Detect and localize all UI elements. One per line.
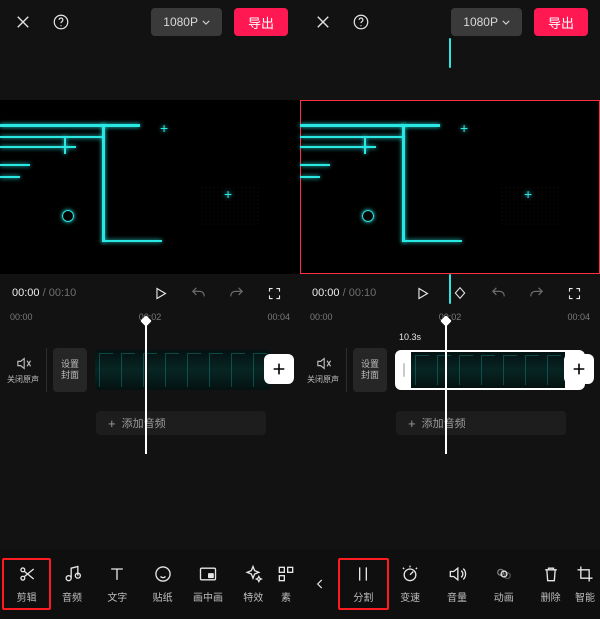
- add-audio-label: 添加音频: [122, 415, 166, 431]
- mute-original-button[interactable]: 关闭原声: [6, 355, 40, 385]
- tool-audio[interactable]: 音频: [49, 560, 94, 608]
- bottom-toolbar: 分割 变速 音量 动画 删除 智能: [300, 549, 600, 619]
- resolution-label: 1080P: [163, 15, 198, 29]
- help-icon[interactable]: [344, 5, 378, 39]
- set-cover-button[interactable]: 设置 封面: [53, 348, 87, 392]
- chevron-left-icon: [313, 577, 327, 591]
- fullscreen-button[interactable]: [260, 279, 288, 307]
- crop-icon: [575, 564, 595, 584]
- video-preview[interactable]: + +: [300, 100, 600, 274]
- tool-volume[interactable]: 音量: [434, 560, 481, 608]
- add-audio-button[interactable]: + 添加音频: [96, 411, 266, 435]
- duration: 00:10: [49, 287, 77, 299]
- close-icon[interactable]: [306, 5, 340, 39]
- right-pane: 1080P 导出 + +: [300, 0, 600, 619]
- playhead[interactable]: [445, 320, 447, 454]
- add-audio-label: 添加音频: [422, 415, 466, 431]
- time-ruler[interactable]: 00:00 00:02 00:04: [0, 312, 300, 334]
- top-bar: 1080P 导出: [0, 0, 300, 44]
- clip-duration-badge: 10.3s: [399, 332, 421, 342]
- video-preview[interactable]: + +: [0, 100, 300, 274]
- current-time: 00:00: [12, 287, 40, 299]
- clip-track[interactable]: 10.3s: [395, 346, 594, 394]
- tool-smart[interactable]: 智能: [574, 560, 596, 608]
- resolution-button[interactable]: 1080P: [451, 8, 522, 36]
- fullscreen-button[interactable]: [560, 279, 588, 307]
- animation-icon: [494, 564, 514, 584]
- audio-track-row: + 添加音频: [300, 406, 600, 440]
- redo-button[interactable]: [522, 279, 550, 307]
- undo-button[interactable]: [484, 279, 512, 307]
- tool-fx[interactable]: 特效: [231, 560, 276, 608]
- playhead-top-segment: [449, 38, 451, 68]
- resolution-button[interactable]: 1080P: [151, 8, 222, 36]
- mute-label: 关闭原声: [7, 375, 39, 385]
- close-icon[interactable]: [6, 5, 40, 39]
- audio-track-row: + 添加音频: [0, 406, 300, 440]
- pip-icon: [198, 564, 218, 584]
- set-cover-button[interactable]: 设置 封面: [353, 348, 387, 392]
- time-display: 00:00 / 00:10: [12, 287, 76, 299]
- clip-handle-left[interactable]: [397, 352, 411, 388]
- playhead[interactable]: [145, 320, 147, 454]
- export-label: 导出: [548, 13, 574, 32]
- split-icon: [353, 564, 373, 584]
- sticker-icon: [153, 564, 173, 584]
- time-display: 00:00 / 00:10: [312, 287, 376, 299]
- tool-delete[interactable]: 删除: [527, 560, 574, 608]
- mute-icon: [15, 355, 32, 372]
- time-ruler[interactable]: 00:00 00:02 00:04: [300, 312, 600, 334]
- mute-label: 关闭原声: [307, 375, 339, 385]
- video-clip-selected[interactable]: [395, 350, 585, 390]
- plus-icon: [271, 361, 287, 377]
- tool-split[interactable]: 分割: [340, 560, 387, 608]
- chevron-down-icon: [202, 20, 210, 25]
- tool-edit[interactable]: 剪辑: [4, 560, 49, 608]
- bottom-toolbar: 剪辑 音频 文字 贴纸 画中画 特效: [0, 549, 300, 619]
- clip-track[interactable]: [95, 346, 294, 394]
- scissors-icon: [17, 564, 37, 584]
- export-button[interactable]: 导出: [234, 8, 288, 36]
- undo-button[interactable]: [184, 279, 212, 307]
- tool-sticker[interactable]: 贴纸: [140, 560, 185, 608]
- add-clip-button[interactable]: [564, 354, 594, 384]
- play-button[interactable]: [146, 279, 174, 307]
- tool-pip[interactable]: 画中画: [185, 560, 230, 608]
- music-icon: [62, 564, 82, 584]
- plus-icon: [571, 361, 587, 377]
- volume-icon: [447, 564, 467, 584]
- add-audio-button[interactable]: + 添加音频: [396, 411, 566, 435]
- grid-icon: [276, 564, 296, 584]
- sparkle-icon: [243, 564, 263, 584]
- tool-anim[interactable]: 动画: [480, 560, 527, 608]
- text-icon: [107, 564, 127, 584]
- playhead-bottom-segment: [449, 274, 451, 304]
- duration: 00:10: [349, 287, 377, 299]
- tool-text[interactable]: 文字: [95, 560, 140, 608]
- speed-icon: [400, 564, 420, 584]
- export-label: 导出: [248, 13, 274, 32]
- video-clip[interactable]: [95, 350, 271, 390]
- back-button[interactable]: [304, 562, 336, 606]
- play-button[interactable]: [408, 279, 436, 307]
- tool-material[interactable]: 素: [276, 560, 296, 608]
- mute-original-button[interactable]: 关闭原声: [306, 355, 340, 385]
- export-button[interactable]: 导出: [534, 8, 588, 36]
- tool-speed[interactable]: 变速: [387, 560, 434, 608]
- trash-icon: [541, 564, 561, 584]
- current-time: 00:00: [312, 287, 340, 299]
- timeline[interactable]: 关闭原声 设置 封面 10.3s: [300, 334, 600, 406]
- timeline[interactable]: 关闭原声 设置 封面: [0, 334, 300, 406]
- chevron-down-icon: [502, 20, 510, 25]
- mute-icon: [315, 355, 332, 372]
- add-clip-button[interactable]: [264, 354, 294, 384]
- help-icon[interactable]: [44, 5, 78, 39]
- left-pane: 1080P 导出 + + 00:00 / 00:10: [0, 0, 300, 619]
- redo-button[interactable]: [222, 279, 250, 307]
- resolution-label: 1080P: [463, 15, 498, 29]
- transport-bar: 00:00 / 00:10: [0, 274, 300, 312]
